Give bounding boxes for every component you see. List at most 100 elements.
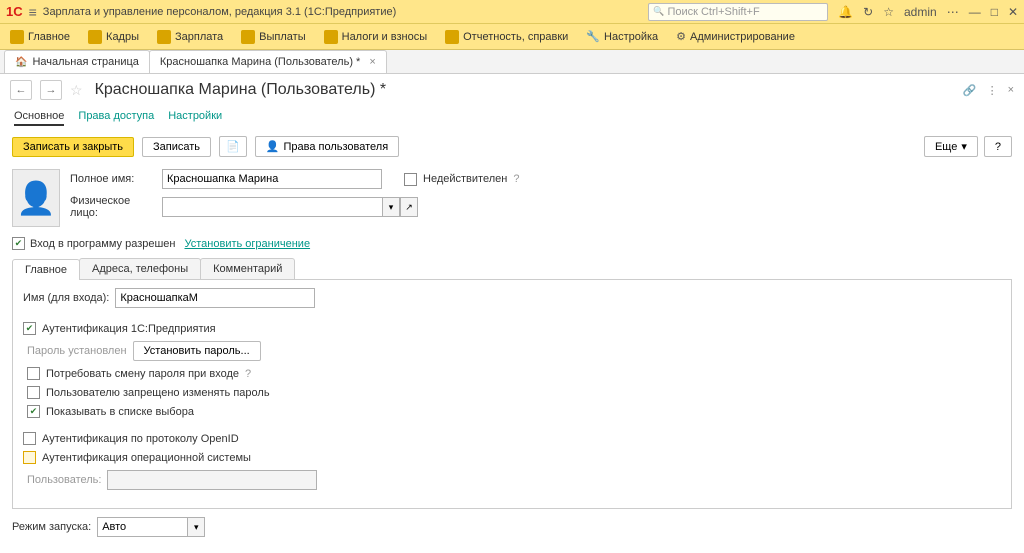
user-icon: 👤 <box>266 140 280 153</box>
settings-dots-icon[interactable]: ⋯ <box>947 5 959 19</box>
menu-admin[interactable]: ⚙Администрирование <box>676 30 795 43</box>
set-password-button[interactable]: Установить пароль... <box>133 341 261 361</box>
menu-icon <box>157 30 171 44</box>
global-search-input[interactable]: Поиск Ctrl+Shift+F <box>648 3 828 21</box>
history-icon[interactable]: ↻ <box>863 5 873 19</box>
maximize-icon[interactable]: □ <box>991 5 998 19</box>
save-button[interactable]: Записать <box>142 137 211 157</box>
os-user-input <box>107 470 317 490</box>
save-close-button[interactable]: Записать и закрыть <box>12 137 134 157</box>
menu-nalogi[interactable]: Налоги и взносы <box>324 30 428 44</box>
show-in-list-checkbox[interactable] <box>27 405 40 418</box>
forward-button[interactable]: → <box>40 80 62 100</box>
combo-dropdown-icon[interactable]: ▾ <box>187 517 205 537</box>
forbid-pwd-change-checkbox[interactable] <box>27 386 40 399</box>
subnav-main[interactable]: Основное <box>14 110 64 126</box>
login-allowed-checkbox[interactable] <box>12 237 25 250</box>
combo-dropdown-icon[interactable]: ▾ <box>382 197 400 217</box>
login-name-input[interactable] <box>115 288 315 308</box>
menu-otchetnost[interactable]: Отчетность, справки <box>445 30 568 44</box>
form-area: 👤 Полное имя: Недействителен ? Физическо… <box>0 163 1024 233</box>
menu-icon <box>241 30 255 44</box>
set-restriction-link[interactable]: Установить ограничение <box>185 238 311 250</box>
auth-1c-label: Аутентификация 1С:Предприятия <box>42 323 216 335</box>
tab-current[interactable]: Красношапка Марина (Пользователь) *× <box>149 50 387 73</box>
action-bar: Записать и закрыть Записать 📄 👤Права пол… <box>0 130 1024 163</box>
user-label[interactable]: admin <box>904 5 937 19</box>
phys-person-label: Физическое лицо: <box>70 195 156 219</box>
main-menu: Главное Кадры Зарплата Выплаты Налоги и … <box>0 24 1024 50</box>
inner-tab-comment[interactable]: Комментарий <box>200 258 295 279</box>
tab-close-icon[interactable]: × <box>369 56 375 68</box>
help-icon[interactable]: ? <box>513 173 519 185</box>
more-vertical-icon[interactable]: ⋮ <box>987 84 998 97</box>
avatar[interactable]: 👤 <box>12 169 60 227</box>
show-in-list-label: Показывать в списке выбора <box>46 406 194 418</box>
minimize-icon[interactable]: — <box>969 5 981 19</box>
tab-home[interactable]: Начальная страница <box>4 50 150 73</box>
launch-mode-input[interactable] <box>97 517 187 537</box>
login-name-label: Имя (для входа): <box>23 292 109 304</box>
combo-open-icon[interactable]: ↗ <box>400 197 418 217</box>
subnav: Основное Права доступа Настройки <box>0 106 1024 130</box>
menu-icon <box>445 30 459 44</box>
inner-tabs: Главное Адреса, телефоны Комментарий <box>12 258 1012 280</box>
require-pwd-change-label: Потребовать смену пароля при входе <box>46 368 239 380</box>
inner-tab-main[interactable]: Главное <box>12 259 80 280</box>
menu-zarplata[interactable]: Зарплата <box>157 30 223 44</box>
more-button[interactable]: Еще ▾ <box>924 136 978 157</box>
wrench-icon: 🔧 <box>586 30 600 43</box>
page-title: Красношапка Марина (Пользователь) * <box>95 81 387 99</box>
launch-mode-select[interactable]: ▾ <box>97 517 205 537</box>
back-button[interactable]: ← <box>10 80 32 100</box>
menu-icon <box>10 30 24 44</box>
menu-icon <box>88 30 102 44</box>
phys-person-combo[interactable]: ▾ ↗ <box>162 197 418 217</box>
full-name-input[interactable] <box>162 169 382 189</box>
title-bar: 1C ≡ Зарплата и управление персоналом, р… <box>0 0 1024 24</box>
require-pwd-change-checkbox[interactable] <box>27 367 40 380</box>
auth-openid-checkbox[interactable] <box>23 432 36 445</box>
auth-openid-label: Аутентификация по протоколу OpenID <box>42 433 239 445</box>
login-allowed-label: Вход в программу разрешен <box>30 238 176 250</box>
auth-os-checkbox[interactable] <box>23 451 36 464</box>
page-close-icon[interactable]: × <box>1008 84 1014 97</box>
logo-1c: 1C <box>6 4 23 19</box>
os-user-label: Пользователь: <box>27 474 101 486</box>
help-button[interactable]: ? <box>984 136 1012 157</box>
page-header-actions: 🔗 ⋮ × <box>963 84 1014 97</box>
link-icon[interactable]: 🔗 <box>963 84 977 97</box>
login-allowed-row: Вход в программу разрешен Установить огр… <box>0 233 1024 254</box>
menu-kadry[interactable]: Кадры <box>88 30 139 44</box>
subnav-rights[interactable]: Права доступа <box>78 110 154 126</box>
full-name-label: Полное имя: <box>70 173 156 185</box>
menu-vyplaty[interactable]: Выплаты <box>241 30 305 44</box>
refresh-button[interactable]: 📄 <box>219 136 247 157</box>
password-set-label: Пароль установлен <box>27 345 127 357</box>
auth-1c-checkbox[interactable] <box>23 322 36 335</box>
forbid-pwd-change-label: Пользователю запрещено изменять пароль <box>46 387 270 399</box>
menu-main[interactable]: Главное <box>10 30 70 44</box>
gear-icon: ⚙ <box>676 30 686 43</box>
page-header: ← → ☆ Красношапка Марина (Пользователь) … <box>0 74 1024 106</box>
menu-icon <box>324 30 338 44</box>
launch-mode-label: Режим запуска: <box>12 521 91 533</box>
title-bar-actions: 🔔 ↻ ☆ admin ⋯ — □ ✕ <box>838 5 1018 19</box>
inner-tab-addresses[interactable]: Адреса, телефоны <box>79 258 201 279</box>
tab-content-main: Имя (для входа): Аутентификация 1С:Предп… <box>12 280 1012 509</box>
subnav-settings[interactable]: Настройки <box>168 110 222 126</box>
nav-tabs: Начальная страница Красношапка Марина (П… <box>0 50 1024 74</box>
invalid-label: Недействителен <box>423 173 507 185</box>
app-title: Зарплата и управление персоналом, редакц… <box>43 6 648 18</box>
menu-nastroika[interactable]: 🔧Настройка <box>586 30 658 43</box>
user-rights-button[interactable]: 👤Права пользователя <box>255 136 399 157</box>
phys-person-input[interactable] <box>162 197 382 217</box>
bell-icon[interactable]: 🔔 <box>838 5 853 19</box>
star-icon[interactable]: ☆ <box>883 5 894 19</box>
auth-os-label: Аутентификация операционной системы <box>42 452 251 464</box>
hamburger-icon[interactable]: ≡ <box>29 4 37 20</box>
invalid-checkbox[interactable] <box>404 173 417 186</box>
help-icon[interactable]: ? <box>245 368 251 380</box>
close-icon[interactable]: ✕ <box>1008 5 1018 19</box>
favorite-star-icon[interactable]: ☆ <box>70 82 83 99</box>
